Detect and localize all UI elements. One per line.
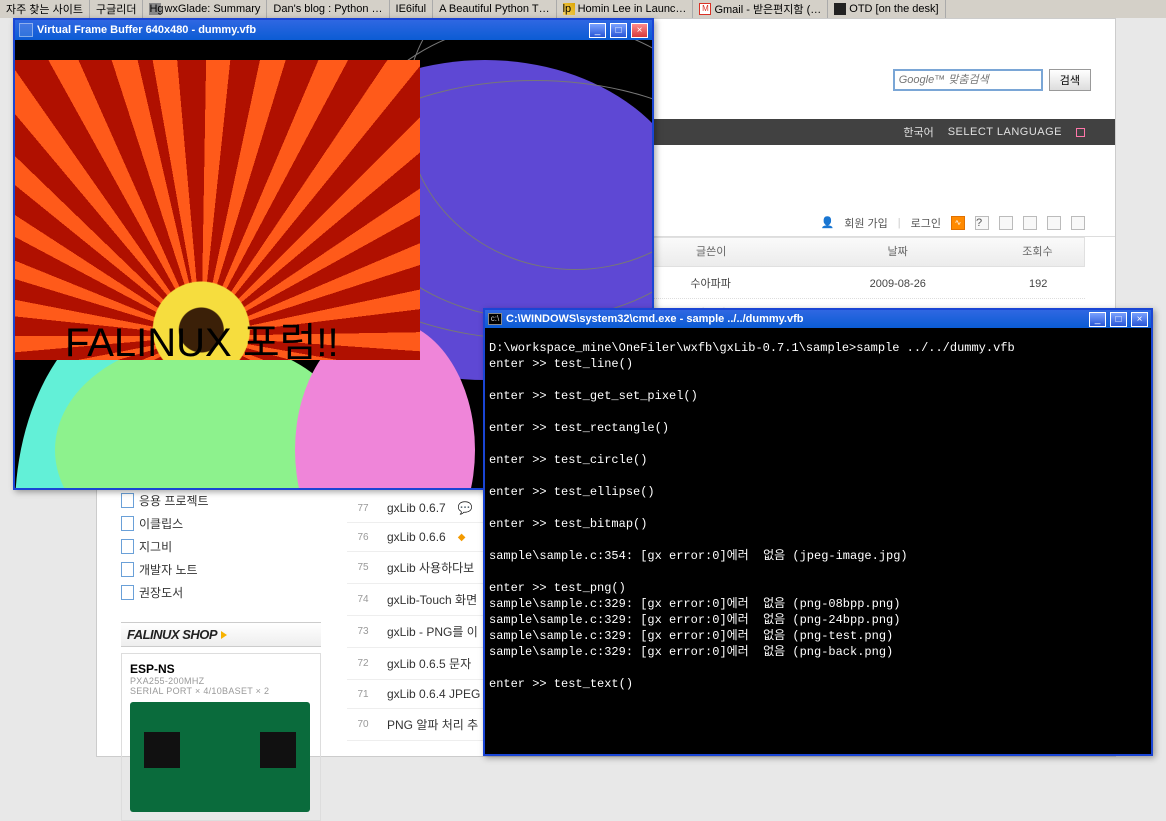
search-input[interactable] [893, 69, 1043, 91]
sidebar-item[interactable]: 이클립스 [121, 512, 321, 535]
gmail-icon: M [699, 3, 711, 15]
minimize-button[interactable]: _ [1089, 312, 1106, 327]
minimize-button[interactable]: _ [589, 23, 606, 38]
browser-tab[interactable]: Dan's blog : Python … [267, 0, 389, 18]
lang-korean-link[interactable]: 한국어 [903, 124, 933, 140]
terminal-output[interactable]: D:\workspace_mine\OneFiler\wxfb\gxLib-0.… [485, 328, 1151, 754]
product-card[interactable]: ESP-NS PXA255-200MHZ SERIAL PORT × 4/10B… [121, 653, 321, 821]
person-icon: 👤 [821, 216, 835, 229]
sidebar-item[interactable]: 응용 프로젝트 [121, 489, 321, 512]
generic-icon: Hg [149, 3, 161, 15]
close-button[interactable]: × [631, 23, 648, 38]
file-icon: ◆ [458, 532, 466, 543]
browser-tab[interactable]: lpHomin Lee in Launc… [557, 0, 694, 18]
maximize-button[interactable]: □ [1110, 312, 1127, 327]
view-grid-icon[interactable] [1047, 216, 1061, 230]
select-language-link[interactable]: SELECT LANGUAGE [948, 126, 1062, 138]
sidebar-item[interactable]: 개발자 노트 [121, 558, 321, 581]
browser-tabstrip: 자주 찾는 사이트 구글리더 HgwxGlade: Summary Dan's … [0, 0, 1166, 18]
browser-tab[interactable]: IE6iful [390, 0, 434, 18]
browser-tab[interactable]: MGmail - 받은편지함 (… [693, 0, 828, 18]
doc-icon [121, 493, 134, 508]
doc-icon [121, 539, 134, 554]
launchpad-icon: lp [563, 3, 575, 15]
window-titlebar[interactable]: c:\ C:\WINDOWS\system32\cmd.exe - sample… [485, 310, 1151, 328]
canvas-text: FALINUX 포럼!! [65, 310, 339, 368]
app-icon [19, 23, 33, 37]
rss-icon[interactable]: ∿ [951, 216, 965, 230]
sidebar-item[interactable]: 권장도서 [121, 581, 321, 604]
browser-tab[interactable]: A Beautiful Python T… [433, 0, 556, 18]
product-name: ESP-NS [130, 662, 312, 676]
view-detail-icon[interactable] [1071, 216, 1085, 230]
list-header: 글쓴이 날짜 조회수 [617, 237, 1085, 267]
board-image [130, 702, 310, 812]
sidebar: 응용 프로젝트 이클립스 지그비 개발자 노트 권장도서 FALINUX SHO… [121, 489, 321, 821]
view-list-icon[interactable] [999, 216, 1013, 230]
view-card-icon[interactable] [1023, 216, 1037, 230]
cmd-window[interactable]: c:\ C:\WINDOWS\system32\cmd.exe - sample… [483, 308, 1153, 756]
doc-icon [121, 516, 134, 531]
signup-link[interactable]: 회원 가입 [844, 215, 888, 231]
comment-icon: 💬 [458, 501, 473, 515]
sidebar-item[interactable]: 지그비 [121, 535, 321, 558]
shop-header[interactable]: FALINUX SHOP [121, 622, 321, 647]
window-title: C:\WINDOWS\system32\cmd.exe - sample ../… [506, 313, 1085, 325]
window-title: Virtual Frame Buffer 640x480 - dummy.vfb [37, 24, 585, 36]
col-views: 조회수 [991, 238, 1084, 266]
cmd-icon: c:\ [488, 313, 502, 325]
col-date: 날짜 [804, 238, 990, 266]
browser-tab[interactable]: 구글리더 [90, 0, 143, 18]
doc-icon [121, 585, 134, 600]
browser-tab[interactable]: OTD [on the desk] [828, 0, 945, 18]
search-button[interactable]: 검색 [1049, 69, 1091, 91]
login-link[interactable]: 로그인 [911, 215, 941, 231]
product-spec: PXA255-200MHZ SERIAL PORT × 4/10BASET × … [130, 676, 312, 696]
arrow-right-icon [221, 631, 227, 639]
doc-icon [121, 562, 134, 577]
browser-tab[interactable]: 자주 찾는 사이트 [0, 0, 90, 18]
otd-icon [834, 3, 846, 15]
table-row[interactable]: 수아파파 2009-08-26 192 [617, 269, 1085, 299]
lang-dropdown-icon[interactable] [1076, 128, 1085, 137]
browser-tab[interactable]: HgwxGlade: Summary [143, 0, 267, 18]
window-titlebar[interactable]: Virtual Frame Buffer 640x480 - dummy.vfb… [15, 20, 652, 40]
close-button[interactable]: × [1131, 312, 1148, 327]
help-icon[interactable]: ? [975, 216, 989, 230]
maximize-button[interactable]: □ [610, 23, 627, 38]
